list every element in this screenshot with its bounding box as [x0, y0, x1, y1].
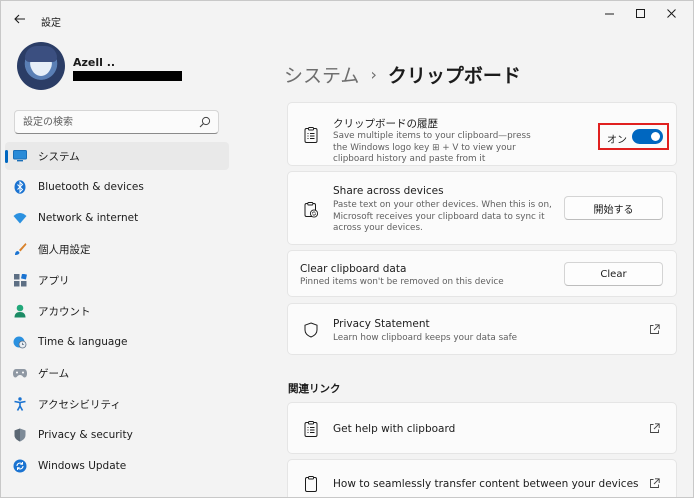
- maximize-button[interactable]: [628, 7, 654, 21]
- sidebar-item-personalization[interactable]: 個人用設定: [5, 235, 229, 263]
- sidebar-item-accessibility[interactable]: アクセシビリティ: [5, 390, 229, 418]
- shield-icon: [13, 428, 27, 442]
- share-across-devices-description: Paste text on your other devices. When t…: [333, 200, 552, 233]
- system-display-icon: [13, 149, 27, 163]
- toggle-state-label: オン: [607, 135, 627, 146]
- clipboard-sync-icon: [304, 202, 318, 218]
- privacy-statement-card[interactable]: Privacy Statement Learn how clipboard ke…: [287, 303, 677, 355]
- sidebar-item-label: Time & language: [38, 336, 128, 348]
- breadcrumb-parent[interactable]: システム: [284, 61, 359, 88]
- gamepad-icon: [13, 366, 27, 380]
- search-icon: [199, 116, 211, 128]
- clear-clipboard-title: Clear clipboard data: [300, 263, 407, 275]
- search-box[interactable]: [14, 110, 219, 134]
- sidebar-item-label: アクセシビリティ: [38, 398, 121, 411]
- clipboard-history-toggle-highlight: オン: [598, 123, 669, 150]
- sidebar-item-network[interactable]: Network & internet: [5, 204, 229, 232]
- back-button[interactable]: [11, 11, 29, 27]
- search-input[interactable]: [23, 115, 193, 130]
- clipboard-history-title: クリップボードの履歴: [333, 118, 438, 130]
- maximize-icon: [636, 9, 645, 18]
- clipboard-icon: [305, 476, 317, 492]
- minimize-icon: [605, 13, 614, 15]
- sidebar-item-apps[interactable]: アプリ: [5, 266, 229, 294]
- account-icon: [13, 304, 27, 318]
- sidebar-item-label: Windows Update: [38, 460, 127, 472]
- bluetooth-icon: [13, 180, 27, 194]
- clear-button[interactable]: Clear: [564, 262, 663, 286]
- sidebar-item-windows-update[interactable]: Windows Update: [5, 452, 229, 480]
- brush-icon: [13, 242, 27, 256]
- related-link-label: Get help with clipboard: [333, 423, 456, 435]
- minimize-button[interactable]: [597, 7, 623, 21]
- back-arrow-icon: [14, 14, 25, 24]
- related-link-help[interactable]: Get help with clipboard: [287, 402, 677, 454]
- sidebar-item-label: アカウント: [38, 305, 91, 318]
- breadcrumb: システム › クリップボード: [284, 61, 521, 88]
- clipboard-list-icon: [304, 127, 318, 143]
- sidebar-item-time-language[interactable]: Time & language: [5, 328, 229, 356]
- sidebar-item-gaming[interactable]: ゲーム: [5, 359, 229, 387]
- clipboard-history-toggle[interactable]: [632, 129, 663, 144]
- close-icon: [667, 9, 676, 18]
- sidebar-nav: システム Bluetooth & devices Network & inter…: [5, 142, 229, 483]
- external-link-icon: [650, 478, 660, 488]
- sidebar-item-bluetooth[interactable]: Bluetooth & devices: [5, 173, 229, 201]
- get-started-button[interactable]: 開始する: [564, 196, 663, 220]
- privacy-statement-title: Privacy Statement: [333, 318, 430, 330]
- privacy-statement-description: Learn how clipboard keeps your data safe: [333, 333, 518, 343]
- title-bar: 設定: [1, 1, 693, 37]
- sidebar-item-label: Bluetooth & devices: [38, 181, 144, 193]
- globe-clock-icon: [13, 335, 27, 349]
- shield-outline-icon: [304, 322, 318, 338]
- sidebar-item-label: システム: [38, 150, 80, 163]
- sidebar-item-privacy-security[interactable]: Privacy & security: [5, 421, 229, 449]
- share-across-devices-card: Share across devices Paste text on your …: [287, 171, 677, 245]
- user-email-redacted: [73, 71, 182, 81]
- apps-icon: [13, 273, 27, 287]
- avatar: [17, 42, 65, 90]
- clipboard-list-icon: [304, 421, 318, 437]
- related-link-transfer[interactable]: How to seamlessly transfer content betwe…: [287, 459, 677, 497]
- toggle-knob: [651, 132, 660, 141]
- clear-clipboard-description: Pinned items won't be removed on this de…: [300, 277, 504, 287]
- accessibility-icon: [13, 397, 27, 411]
- sidebar-item-label: ゲーム: [38, 367, 70, 380]
- sidebar-item-system[interactable]: システム: [5, 142, 229, 170]
- update-icon: [13, 459, 27, 473]
- app-title: 設定: [41, 18, 61, 29]
- user-name: Azell ..: [73, 56, 116, 69]
- breadcrumb-separator: ›: [370, 65, 377, 84]
- sidebar-item-label: Network & internet: [38, 212, 139, 224]
- sidebar-item-label: アプリ: [38, 274, 70, 287]
- close-button[interactable]: [659, 7, 685, 21]
- page-title: クリップボード: [387, 65, 521, 87]
- clipboard-history-description: Save multiple items to your clipboard—pr…: [333, 131, 531, 164]
- related-links-header: 関連リンク: [288, 383, 341, 395]
- sidebar-item-label: Privacy & security: [38, 429, 133, 441]
- sidebar-item-accounts[interactable]: アカウント: [5, 297, 229, 325]
- settings-window: 設定 Azell .. システム: [0, 0, 694, 498]
- share-across-devices-title: Share across devices: [333, 185, 444, 197]
- external-link-icon: [650, 423, 660, 433]
- clear-clipboard-card: Clear clipboard data Pinned items won't …: [287, 250, 677, 297]
- sidebar-item-label: 個人用設定: [38, 243, 91, 256]
- wifi-icon: [13, 211, 27, 225]
- external-link-icon: [650, 324, 660, 334]
- related-link-label: How to seamlessly transfer content betwe…: [333, 478, 639, 490]
